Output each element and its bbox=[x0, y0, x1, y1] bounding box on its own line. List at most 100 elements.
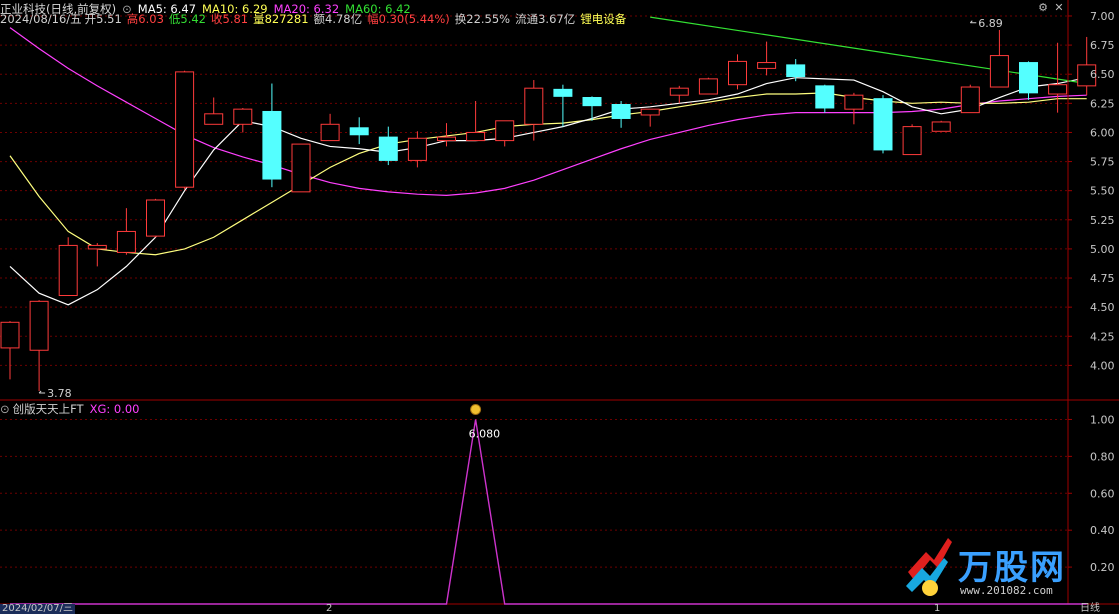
candle bbox=[466, 101, 486, 142]
candle bbox=[58, 237, 78, 297]
candle bbox=[815, 84, 835, 113]
candle bbox=[262, 83, 282, 188]
indicator-name[interactable]: 创版天天上FT bbox=[13, 402, 84, 416]
indicator-y-tick-label: 0.60 bbox=[1090, 487, 1115, 500]
low-value: 低5.42 bbox=[168, 12, 206, 26]
candle bbox=[873, 95, 893, 154]
candle-body bbox=[233, 108, 253, 125]
cursor-date: 2024/02/07/三 bbox=[0, 603, 76, 614]
chart-canvas: 7.00 6.75 6.50 6.25 6.00 5.75 5.50 5.25 5.00 4.75… bbox=[0, 0, 1119, 605]
brand-logo-icon bbox=[906, 538, 952, 596]
y-tick-label: 4.50 bbox=[1090, 301, 1115, 314]
ma10-line bbox=[9, 92, 1087, 256]
candle-body bbox=[757, 62, 777, 69]
candle-body bbox=[204, 113, 224, 125]
candle bbox=[87, 243, 107, 267]
candle bbox=[698, 77, 718, 95]
y-tick-label: 5.25 bbox=[1090, 214, 1115, 227]
candle-body bbox=[466, 131, 486, 142]
candle bbox=[611, 101, 631, 128]
close-icon[interactable]: ✕ bbox=[1052, 1, 1066, 15]
candle bbox=[669, 85, 689, 104]
y-tick-label: 6.25 bbox=[1090, 97, 1115, 110]
y-tick-label: 6.75 bbox=[1090, 39, 1115, 52]
candle bbox=[175, 70, 195, 190]
date-label: 2024/08/16/五 bbox=[0, 12, 82, 26]
candle bbox=[582, 96, 602, 121]
candle bbox=[844, 92, 864, 125]
candle-body bbox=[1019, 62, 1038, 94]
candle-body bbox=[669, 87, 689, 96]
close-value: 收5.81 bbox=[211, 12, 249, 26]
y-tick-label: 5.50 bbox=[1090, 185, 1115, 198]
indicator-header: ⊙ 创版天天上FT XG: 0.00 bbox=[0, 401, 146, 417]
candle-body bbox=[495, 120, 515, 142]
candle bbox=[291, 143, 311, 193]
indicator-y-tick-label: 1.00 bbox=[1090, 413, 1115, 426]
candle-body bbox=[786, 64, 806, 78]
candle-body bbox=[989, 55, 1009, 88]
price-marker-arrow bbox=[969, 20, 977, 24]
signal-peak-label: 6.080 bbox=[469, 427, 501, 440]
candle bbox=[960, 84, 980, 114]
gear-icon[interactable]: ⚙ bbox=[1036, 1, 1050, 15]
price-marker-label: 3.78 bbox=[47, 387, 72, 400]
price-marker-label: 6.89 bbox=[978, 17, 1003, 30]
candle bbox=[29, 300, 49, 392]
brand-name: 万股网 bbox=[958, 548, 1066, 588]
candle-body bbox=[524, 87, 544, 125]
money-bag-icon bbox=[470, 403, 482, 415]
candle-body bbox=[873, 98, 893, 151]
brand-watermark: 万股网 www.201082.com bbox=[900, 532, 1100, 610]
sector-label[interactable]: 锂电设备 bbox=[580, 12, 626, 26]
ma5-line bbox=[9, 77, 1087, 306]
collapse-icon[interactable]: ⊙ bbox=[0, 402, 10, 416]
candle-body bbox=[640, 108, 660, 116]
y-tick-label: 4.25 bbox=[1090, 330, 1115, 343]
candle bbox=[931, 120, 951, 132]
candle bbox=[495, 120, 515, 147]
candle-body bbox=[58, 244, 78, 297]
float-cap-value: 流通3.67亿 bbox=[515, 12, 576, 26]
indicator-y-tick-label: 0.80 bbox=[1090, 450, 1115, 463]
candle bbox=[204, 97, 224, 125]
candle bbox=[902, 124, 922, 156]
candle-body bbox=[87, 244, 107, 250]
brand-url: www.201082.com bbox=[960, 584, 1053, 597]
candle-body bbox=[553, 88, 573, 97]
candle bbox=[728, 54, 747, 90]
change-value: 幅0.30(5.44%) bbox=[367, 12, 450, 26]
y-tick-label: 5.00 bbox=[1090, 243, 1115, 256]
candle-body bbox=[728, 60, 747, 86]
candle-body bbox=[815, 85, 835, 109]
candle-body bbox=[116, 230, 136, 253]
time-mark-1: 2 bbox=[326, 603, 333, 614]
candle bbox=[757, 41, 777, 76]
ma20-line bbox=[9, 27, 1087, 196]
candle bbox=[116, 208, 136, 255]
candle-body bbox=[378, 136, 398, 161]
candle bbox=[233, 107, 253, 133]
candle bbox=[640, 108, 660, 127]
y-tick-label: 5.75 bbox=[1090, 156, 1115, 169]
candle-body bbox=[960, 86, 980, 114]
candle-body bbox=[582, 97, 602, 107]
y-tick-label: 6.00 bbox=[1090, 126, 1115, 139]
quote-bar: 2024/08/16/五 开5.51 高6.03 低5.42 收5.81 量827281 额… bbox=[0, 11, 632, 27]
candle bbox=[0, 321, 20, 380]
candle-body bbox=[844, 94, 864, 110]
candle-body bbox=[0, 321, 20, 349]
candle bbox=[1019, 61, 1038, 100]
candle bbox=[553, 84, 573, 127]
candle-body bbox=[611, 103, 631, 119]
candle bbox=[349, 117, 369, 145]
y-tick-label: 4.00 bbox=[1090, 359, 1115, 372]
candle bbox=[989, 29, 1009, 88]
candle-body bbox=[29, 300, 49, 351]
open-value: 开5.51 bbox=[84, 12, 122, 26]
amount-value: 额4.78亿 bbox=[313, 12, 363, 26]
candle-body bbox=[902, 126, 922, 156]
y-tick-label: 4.75 bbox=[1090, 272, 1115, 285]
candle-body bbox=[146, 199, 165, 237]
turnover-value: 换22.55% bbox=[454, 12, 511, 26]
